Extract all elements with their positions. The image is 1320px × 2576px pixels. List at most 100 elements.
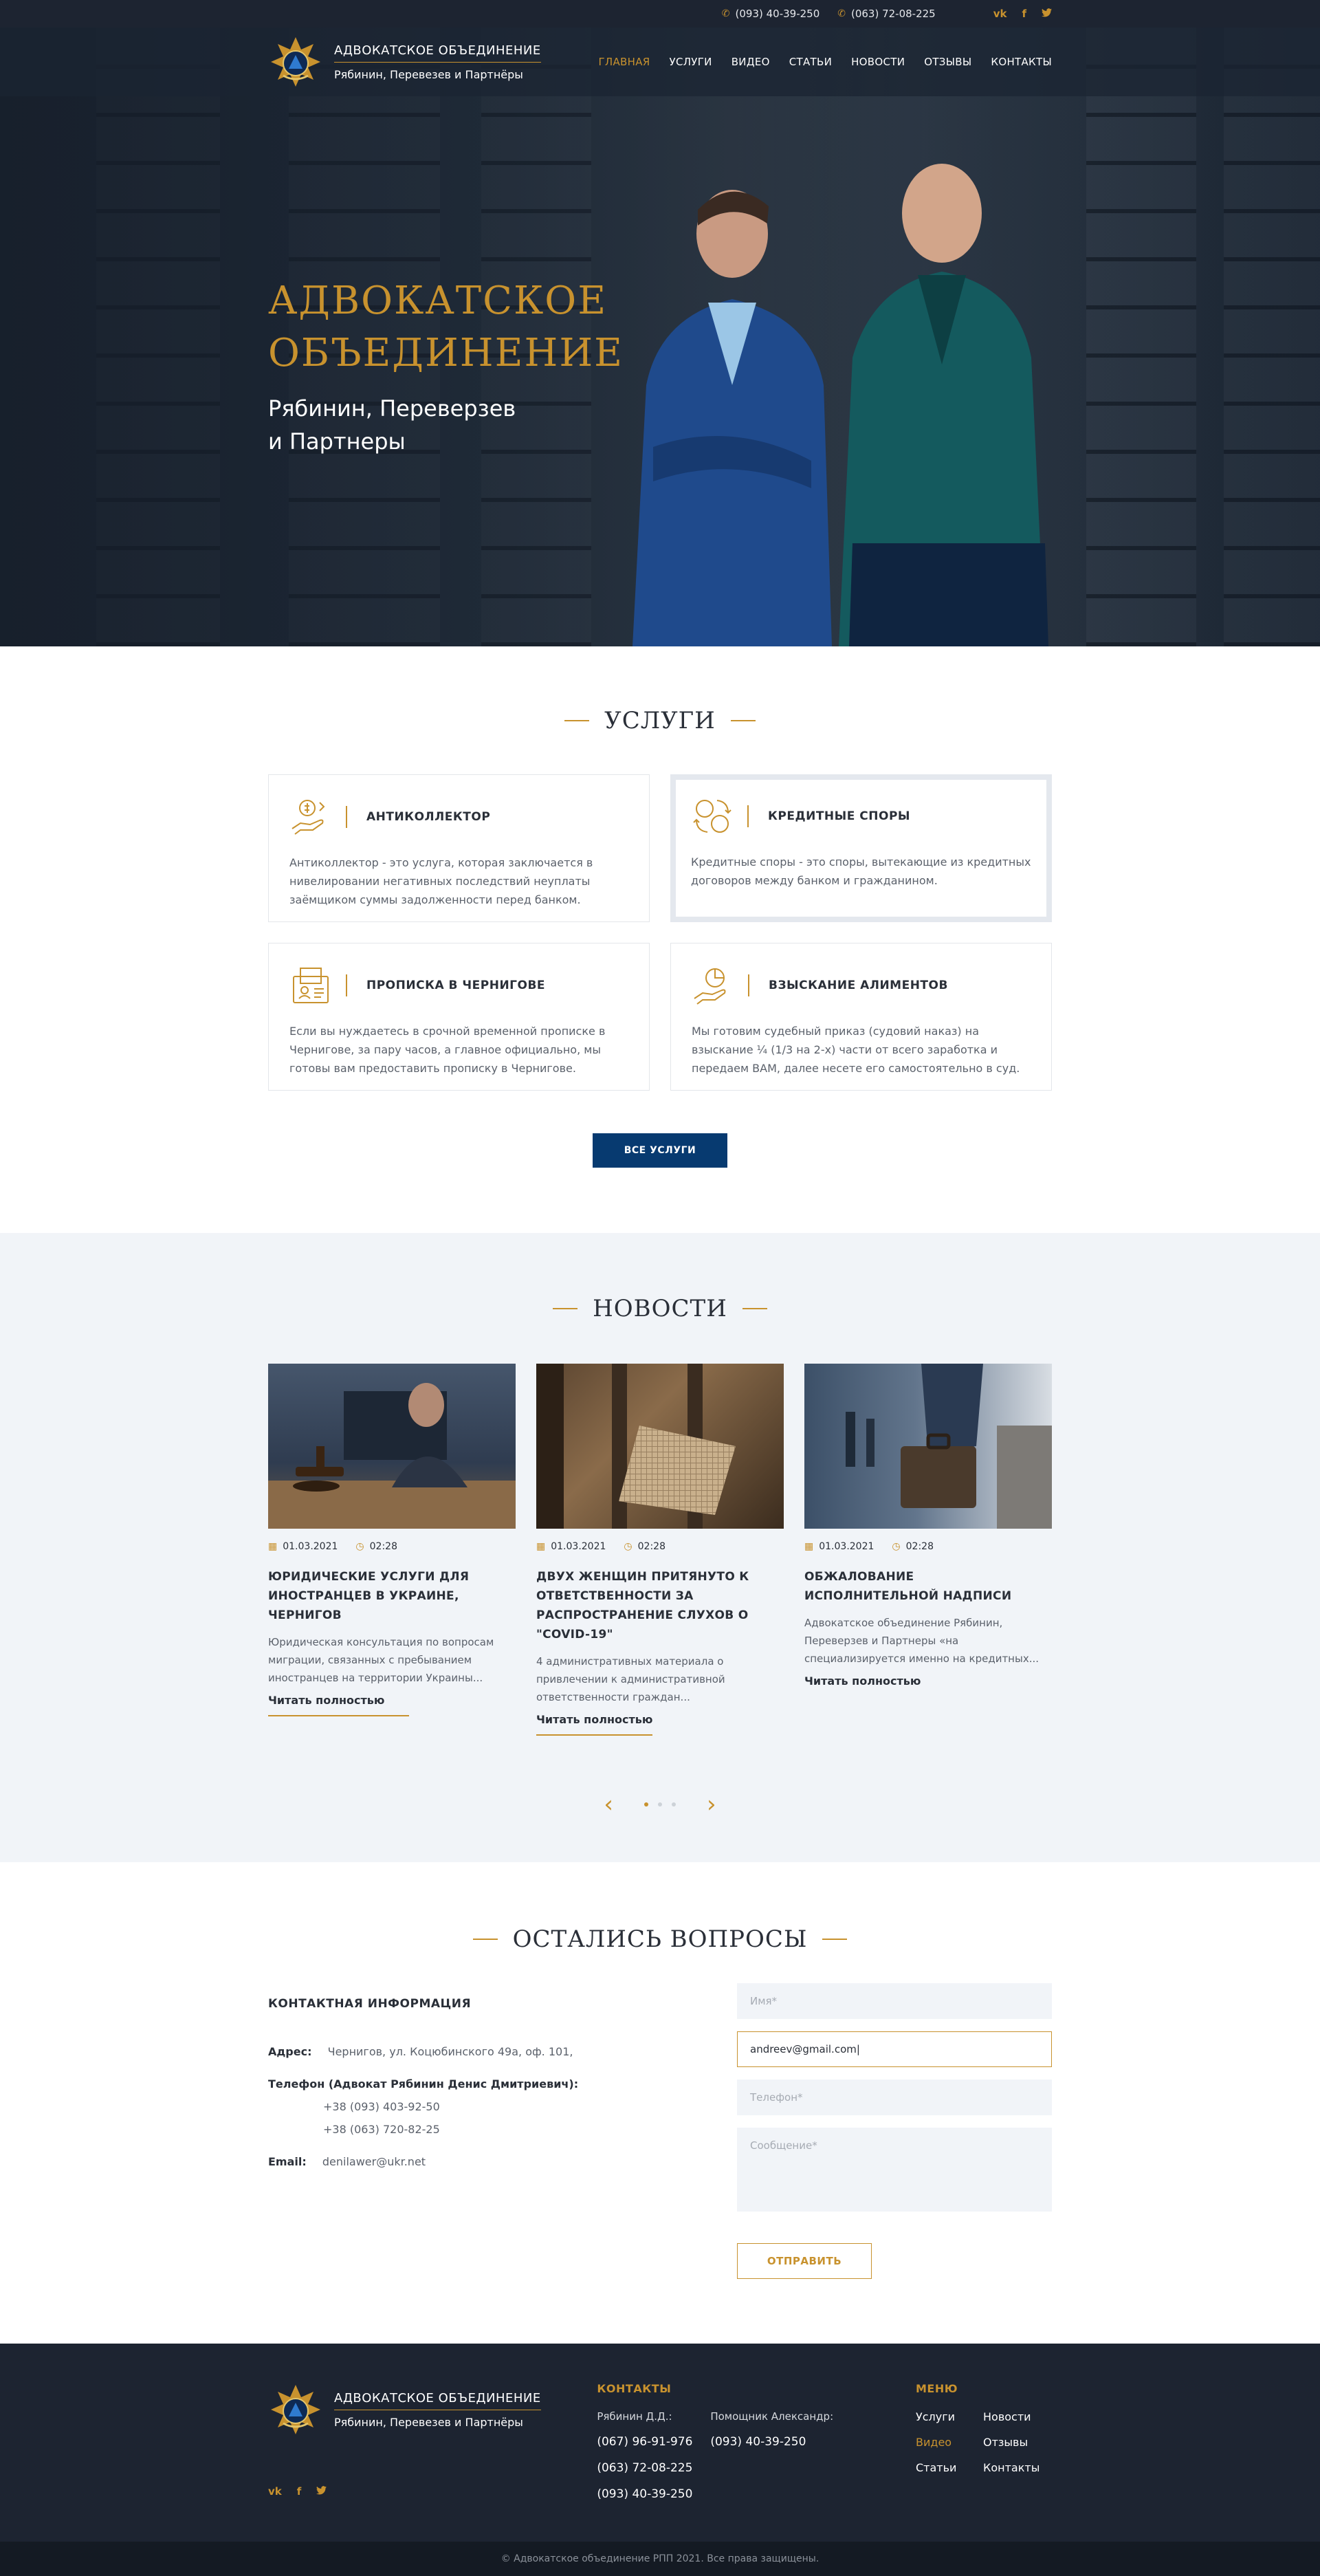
footer-phone[interactable]: (093) 40-39-250 (710, 2435, 861, 2449)
service-card-credit-disputes[interactable]: КРЕДИТНЫЕ СПОРЫ Кредитные споры - это сп… (670, 774, 1052, 922)
logo-emblem-icon (271, 2385, 320, 2434)
slider-dot-2[interactable] (658, 1802, 662, 1807)
footer-phone[interactable]: (093) 40-39-250 (597, 2487, 710, 2501)
news-headline[interactable]: ЮРИДИЧЕСКИЕ УСЛУГИ ДЛЯ ИНОСТРАНЦЕВ В УКР… (268, 1567, 516, 1625)
phone-field[interactable]: Телефон* (737, 2080, 1052, 2115)
service-description: Антиколлектор - это услуга, которая закл… (289, 856, 593, 906)
hero-title-line-1: АДВОКАТСКОЕ (268, 279, 608, 323)
footer-link-video[interactable]: Видео (916, 2436, 983, 2449)
email-label: Email: (268, 2155, 307, 2168)
service-name: КРЕДИТНЫЕ СПОРЫ (768, 809, 911, 823)
site-header: АДВОКАТСКОЕ ОБЪЕДИНЕНИЕ Рябинин, Перевез… (0, 28, 1320, 96)
read-more-link[interactable]: Читать полностью (268, 1694, 410, 1716)
clock-icon: ◷ (355, 1541, 364, 1552)
footer-link-reviews[interactable]: Отзывы (983, 2436, 1052, 2449)
coins-exchange-icon (693, 800, 732, 833)
footer-link-contacts[interactable]: Контакты (983, 2461, 1052, 2474)
nav-item-news[interactable]: НОВОСТИ (851, 56, 905, 68)
news-headline[interactable]: ОБЖАЛОВАНИЕ ИСПОЛНИТЕЛЬНОЙ НАДПИСИ (804, 1567, 1052, 1606)
nav-item-home[interactable]: ГЛАВНАЯ (598, 56, 650, 68)
vk-icon[interactable]: vk (993, 8, 1007, 20)
phone-value-2[interactable]: +38 (063) 720-82-25 (323, 2123, 626, 2136)
top-bar: ✆ (093) 40-39-250 ✆ (063) 72-08-225 vk f (0, 0, 1320, 28)
site-logo[interactable]: АДВОКАТСКОЕ ОБЪЕДИНЕНИЕ Рябинин, Перевез… (268, 34, 541, 89)
nav-item-contacts[interactable]: КОНТАКТЫ (991, 56, 1052, 68)
news-time: 02:28 (905, 1541, 934, 1552)
submit-button[interactable]: ОТПРАВИТЬ (737, 2243, 872, 2279)
topbar-phone-2[interactable]: ✆ (063) 72-08-225 (837, 8, 935, 20)
footer-link-articles[interactable]: Статьи (916, 2461, 983, 2474)
read-more-link[interactable]: Читать полностью (804, 1674, 921, 1696)
footer-phone[interactable]: (067) 96-91-976 (597, 2435, 710, 2449)
news-image[interactable] (804, 1364, 1052, 1529)
phone-icon: ✆ (721, 8, 730, 19)
contacts-title: ОСТАЛИСЬ ВОПРОСЫ (512, 1925, 808, 1953)
contact-info: КОНТАКТНАЯ ИНФОРМАЦИЯ Адрес: Чернигов, у… (268, 1983, 626, 2279)
footer-link-services[interactable]: Услуги (916, 2410, 983, 2423)
phone-value-1[interactable]: +38 (093) 403-92-50 (323, 2100, 626, 2113)
name-field[interactable]: Имя* (737, 1983, 1052, 2019)
news-excerpt: 4 административных материала о привлечен… (536, 1655, 725, 1703)
topbar-phone-1[interactable]: ✆ (093) 40-39-250 (722, 8, 820, 20)
contacts-heading: ОСТАЛИСЬ ВОПРОСЫ (0, 1925, 1320, 1953)
news-heading: НОВОСТИ (0, 1295, 1320, 1322)
service-name: ВЗЫСКАНИЕ АЛИМЕНТОВ (769, 979, 948, 992)
footer-menu: Услуги Новости Видео Отзывы Статьи Конта… (916, 2410, 1052, 2474)
all-services-button[interactable]: ВСЕ УСЛУГИ (593, 1133, 727, 1168)
chevron-right-icon[interactable]: › (707, 1791, 716, 1818)
service-description: Мы готовим судебный приказ (судовий нака… (692, 1025, 1020, 1075)
news-image[interactable] (268, 1364, 516, 1529)
service-card-anticollector[interactable]: АНТИКОЛЛЕКТОР Антиколлектор - это услуга… (268, 774, 650, 922)
news-title: НОВОСТИ (593, 1295, 727, 1322)
twitter-icon[interactable] (1042, 8, 1052, 20)
email-field[interactable]: andreev@gmail.com| (737, 2031, 1052, 2067)
copyright: © Адвокатское объединение РПП 2021. Все … (0, 2542, 1320, 2576)
facebook-icon[interactable]: f (297, 2485, 302, 2498)
services-section: УСЛУГИ АНТИКОЛЛЕКТОР Антиколлектор - это… (0, 646, 1320, 1233)
hero-title: АДВОКАТСКОЕ ОБЪЕДИНЕНИЕ (268, 275, 624, 380)
topbar-phone-1-text: (093) 40-39-250 (735, 8, 820, 20)
logo-line-1: АДВОКАТСКОЕ ОБЪЕДИНЕНИЕ (334, 43, 541, 63)
services-heading: УСЛУГИ (0, 707, 1320, 734)
news-image[interactable] (536, 1364, 784, 1529)
news-date: 01.03.2021 (819, 1541, 874, 1552)
footer-logo[interactable]: АДВОКАТСКОЕ ОБЪЕДИНЕНИЕ Рябинин, Перевез… (268, 2382, 597, 2437)
message-field[interactable]: Сообщение* (737, 2128, 1052, 2212)
twitter-icon[interactable] (316, 2485, 327, 2498)
nav-item-services[interactable]: УСЛУГИ (670, 56, 712, 68)
hero-subtitle: Рябинин, Переверзев и Партнеры (268, 392, 516, 458)
read-more-link[interactable]: Читать полностью (536, 1713, 653, 1736)
hero-banner: АДВОКАТСКОЕ ОБЪЕДИНЕНИЕ Рябинин, Перевер… (0, 28, 1320, 646)
vk-icon[interactable]: vk (268, 2485, 282, 2498)
nav-item-video[interactable]: ВИДЕО (732, 56, 770, 68)
nav-item-reviews[interactable]: ОТЗЫВЫ (924, 56, 971, 68)
news-time: 02:28 (637, 1541, 666, 1552)
footer-logo-line-1: АДВОКАТСКОЕ ОБЪЕДИНЕНИЕ (334, 2391, 541, 2410)
site-footer: АДВОКАТСКОЕ ОБЪЕДИНЕНИЕ Рябинин, Перевез… (0, 2344, 1320, 2542)
footer-phone[interactable]: (063) 72-08-225 (597, 2461, 710, 2475)
chevron-left-icon[interactable]: ‹ (604, 1791, 613, 1818)
service-card-alimony[interactable]: ВЗЫСКАНИЕ АЛИМЕНТОВ Мы готовим судебный … (670, 943, 1052, 1091)
footer-link-news[interactable]: Новости (983, 2410, 1052, 2423)
calendar-icon: ▦ (536, 1541, 546, 1552)
nav-item-articles[interactable]: СТАТЬИ (789, 56, 832, 68)
news-excerpt: Юридическая консультация по вопросам миг… (268, 1636, 494, 1684)
clock-icon: ◷ (892, 1541, 901, 1552)
services-title: УСЛУГИ (604, 707, 716, 734)
service-card-registration[interactable]: ПРОПИСКА В ЧЕРНИГОВЕ Если вы нуждаетесь … (268, 943, 650, 1091)
news-headline[interactable]: ДВУХ ЖЕНЩИН ПРИТЯНУТО К ОТВЕТСТВЕННОСТИ … (536, 1567, 784, 1644)
email-value[interactable]: denilawer@ukr.net (322, 2155, 426, 2168)
hero-title-line-2: ОБЪЕДИНЕНИЕ (268, 331, 624, 375)
main-nav: ГЛАВНАЯ УСЛУГИ ВИДЕО СТАТЬИ НОВОСТИ ОТЗЫ… (579, 56, 1052, 68)
news-date: 01.03.2021 (551, 1541, 606, 1552)
slider-dot-1[interactable] (644, 1802, 648, 1807)
slider-dot-3[interactable] (672, 1802, 676, 1807)
facebook-icon[interactable]: f (1022, 8, 1026, 20)
money-hand-icon (292, 800, 325, 835)
footer-contacts-title: КОНТАКТЫ (597, 2382, 672, 2395)
news-card: ▦ 01.03.2021 ◷ 02:28 ОБЖАЛОВАНИЕ ИСПОЛНИ… (804, 1364, 1052, 1736)
contact-form: Имя* andreev@gmail.com| Телефон* Сообщен… (737, 1983, 1052, 2279)
service-description: Если вы нуждаетесь в срочной временной п… (289, 1025, 606, 1075)
hero-subtitle-line-1: Рябинин, Переверзев (268, 395, 516, 422)
contact-info-heading: КОНТАКТНАЯ ИНФОРМАЦИЯ (268, 1997, 472, 2011)
